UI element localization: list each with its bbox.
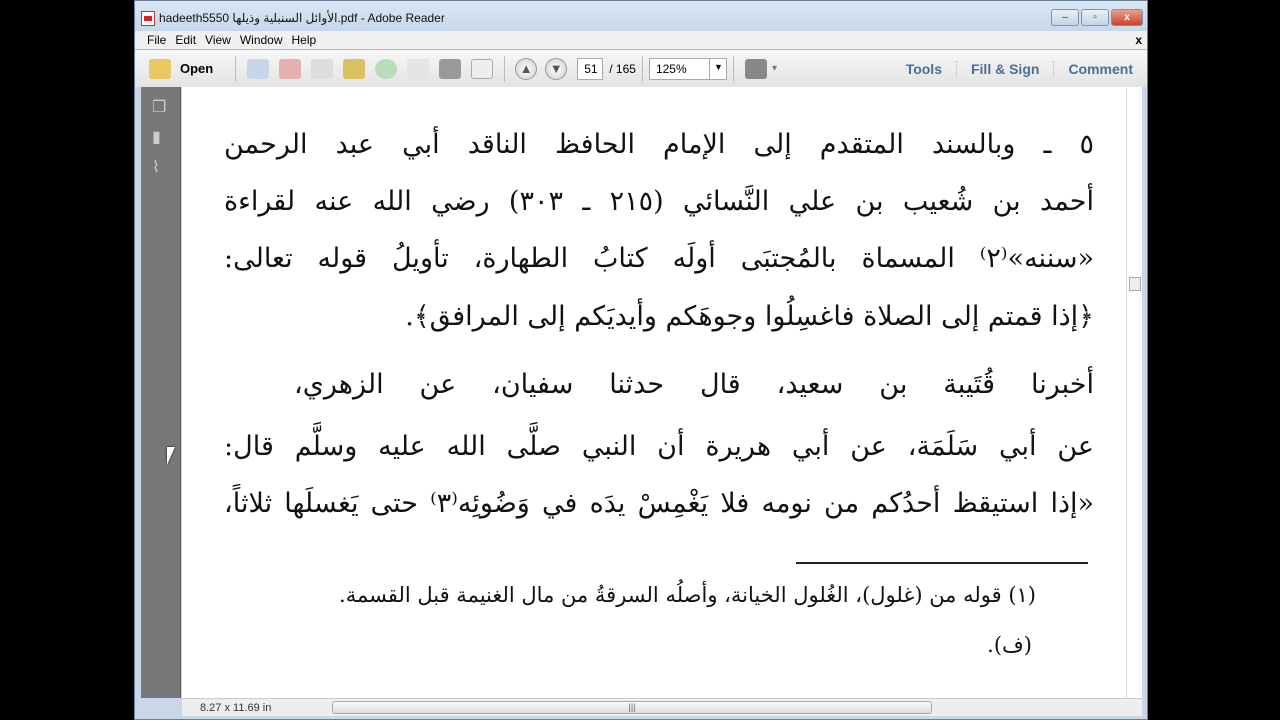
text-line: عن أبي سَلَمَة، عن أبي هريرة أن النبي صل… [224,431,1094,462]
scrollbar-thumb[interactable] [1129,277,1141,291]
create-pdf-icon[interactable] [247,58,270,79]
print-icon[interactable] [439,58,462,79]
close-button[interactable]: x [1111,9,1143,26]
tools-tab[interactable]: Tools [892,61,956,77]
open-folder-icon[interactable] [343,58,366,79]
status-bar: 8.27 x 11.69 in ||| [182,698,1142,716]
text-line: ﴿إذا قمتم إلى الصلاة فاغسِلُوا وجوهَكم و… [405,301,1094,332]
footnote-separator [796,562,1088,564]
comment-tab[interactable]: Comment [1053,60,1147,77]
edit-pdf-icon[interactable] [311,58,334,79]
zoom-input[interactable]: 125% [648,57,709,80]
close-document-button[interactable]: x [1135,33,1142,47]
minimize-button[interactable]: – [1051,9,1079,26]
attachments-icon[interactable]: ⌇ [152,157,170,177]
navigation-pane: ❐ ▮ ⌇ [141,87,181,698]
previous-page-button[interactable]: ▲ [515,57,538,80]
menu-file[interactable]: File [147,33,166,47]
zoom-dropdown-icon[interactable]: ▼ [708,57,727,80]
bookmarks-icon[interactable]: ▮ [152,127,170,147]
document-page: ٥ ـ وبالسند المتقدم إلى الإمام الحافظ ال… [182,87,1126,698]
fill-sign-tab[interactable]: Fill & Sign [955,60,1053,77]
horizontal-scrollbar[interactable]: ||| [332,701,932,714]
menu-view[interactable]: View [205,33,231,47]
adobe-reader-window: hadeeth5550 الأوائل السنبلية وذيلها.pdf … [134,0,1148,720]
page-total: / 165 [609,61,636,76]
next-page-button[interactable]: ▼ [545,57,568,80]
pdf-icon [141,10,155,26]
maximize-button[interactable]: ▫ [1081,9,1109,26]
vertical-scrollbar[interactable] [1126,87,1142,698]
text-line: «إذا استيقظ أحدُكم من نومه فلا يَغْمِسْ … [224,488,1094,519]
fullscreen-icon[interactable] [744,58,767,79]
footnote: (ف). [987,633,1032,657]
mouse-cursor [167,447,175,465]
upload-cloud-icon[interactable] [375,58,398,79]
toolbar-overflow-icon[interactable]: ▾ [772,63,777,74]
email-icon[interactable] [471,58,494,79]
toolbar: Open ▲ ▼ 51 / 165 125% ▼ ▾ Tools Fill & … [135,49,1147,87]
open-button[interactable]: Open [180,61,213,76]
text-line: أخبرنا قُتَيبة بن سعيد، قال حدثنا سفيان،… [294,369,1094,400]
page-thumbnails-icon[interactable]: ❐ [152,97,170,117]
menu-bar: File Edit View Window Help x [135,31,1147,49]
menu-window[interactable]: Window [240,33,283,47]
export-pdf-icon[interactable] [279,58,302,79]
window-title: hadeeth5550 الأوائل السنبلية وذيلها.pdf … [159,11,445,25]
text-line: أحمد بن شُعيب بن علي النَّسائي (٢١٥ ـ ٣٠… [224,186,1094,217]
menu-edit[interactable]: Edit [175,33,196,47]
footnote: (١) قوله من (غلول)، الغُلول الخيانة، وأص… [339,583,1036,607]
save-icon[interactable] [407,58,430,79]
page-size: 8.27 x 11.69 in [200,701,272,714]
text-line: ٥ ـ وبالسند المتقدم إلى الإمام الحافظ ال… [224,129,1094,160]
menu-help[interactable]: Help [292,33,317,47]
text-line: «سننه»⁽٢⁾ المسماة بالمُجتبَى أولَه كتابُ… [224,243,1094,274]
title-bar: hadeeth5550 الأوائل السنبلية وذيلها.pdf … [135,1,1147,35]
folder-icon[interactable] [149,58,171,79]
page-number-input[interactable]: 51 [577,57,604,80]
